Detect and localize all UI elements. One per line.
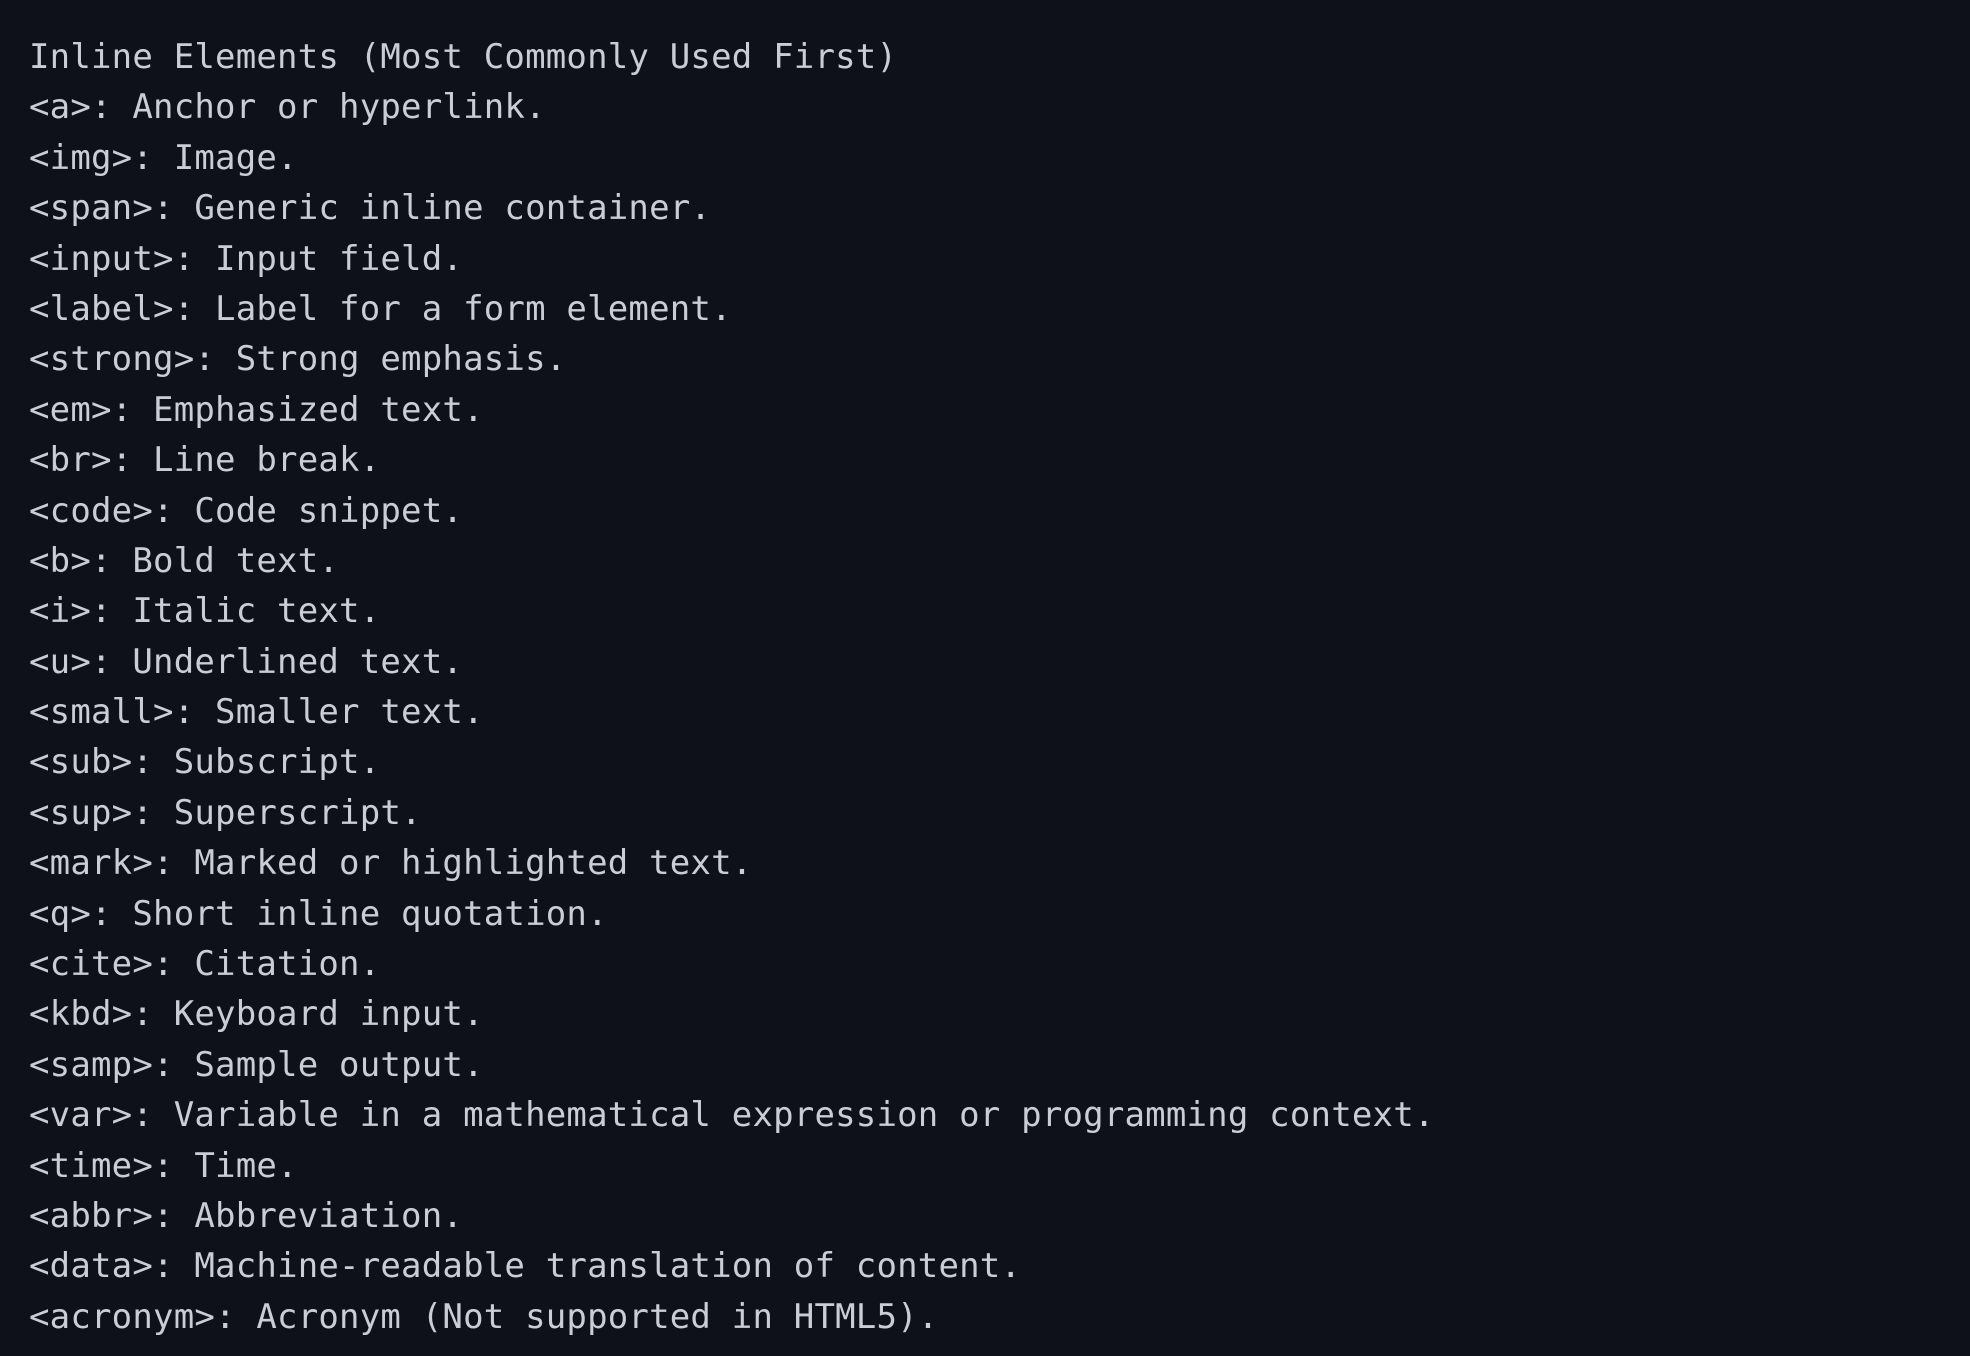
list-item: <strong>: Strong emphasis.	[29, 339, 567, 380]
list-item: <a>: Anchor or hyperlink.	[29, 87, 546, 128]
list-item: <acronym>: Acronym (Not supported in HTM…	[29, 1296, 939, 1337]
list-item: <abbr>: Abbreviation.	[29, 1195, 464, 1236]
list-item: <samp>: Sample output.	[29, 1044, 484, 1085]
list-item: <input>: Input field.	[29, 238, 464, 279]
text-output-panel: Inline Elements (Most Commonly Used Firs…	[0, 0, 1970, 1356]
list-item: <label>: Label for a form element.	[29, 288, 732, 329]
list-item: <kbd>: Keyboard input.	[29, 994, 484, 1035]
list-item: <br>: Line break.	[29, 440, 381, 481]
list-item: <code>: Code snippet.	[29, 490, 464, 531]
list-item: <q>: Short inline quotation.	[29, 893, 608, 934]
list-item: <sub>: Subscript.	[29, 742, 381, 783]
list-item: <span>: Generic inline container.	[29, 188, 712, 229]
list-item: <em>: Emphasized text.	[29, 389, 484, 430]
list-item: <img>: Image.	[29, 137, 298, 178]
list-item: <u>: Underlined text.	[29, 641, 464, 682]
list-item: <cite>: Citation.	[29, 944, 381, 985]
heading: Inline Elements (Most Commonly Used Firs…	[29, 37, 898, 77]
list-item: <b>: Bold text.	[29, 540, 340, 581]
list-item: <var>: Variable in a mathematical expres…	[29, 1095, 1435, 1136]
list-item: <i>: Italic text.	[29, 591, 381, 632]
list-item: <time>: Time.	[29, 1145, 298, 1186]
list-item: <data>: Machine-readable translation of …	[29, 1246, 1022, 1287]
list-item: <sup>: Superscript.	[29, 792, 422, 833]
list-item: <small>: Smaller text.	[29, 692, 484, 733]
list-item: <mark>: Marked or highlighted text.	[29, 843, 753, 884]
